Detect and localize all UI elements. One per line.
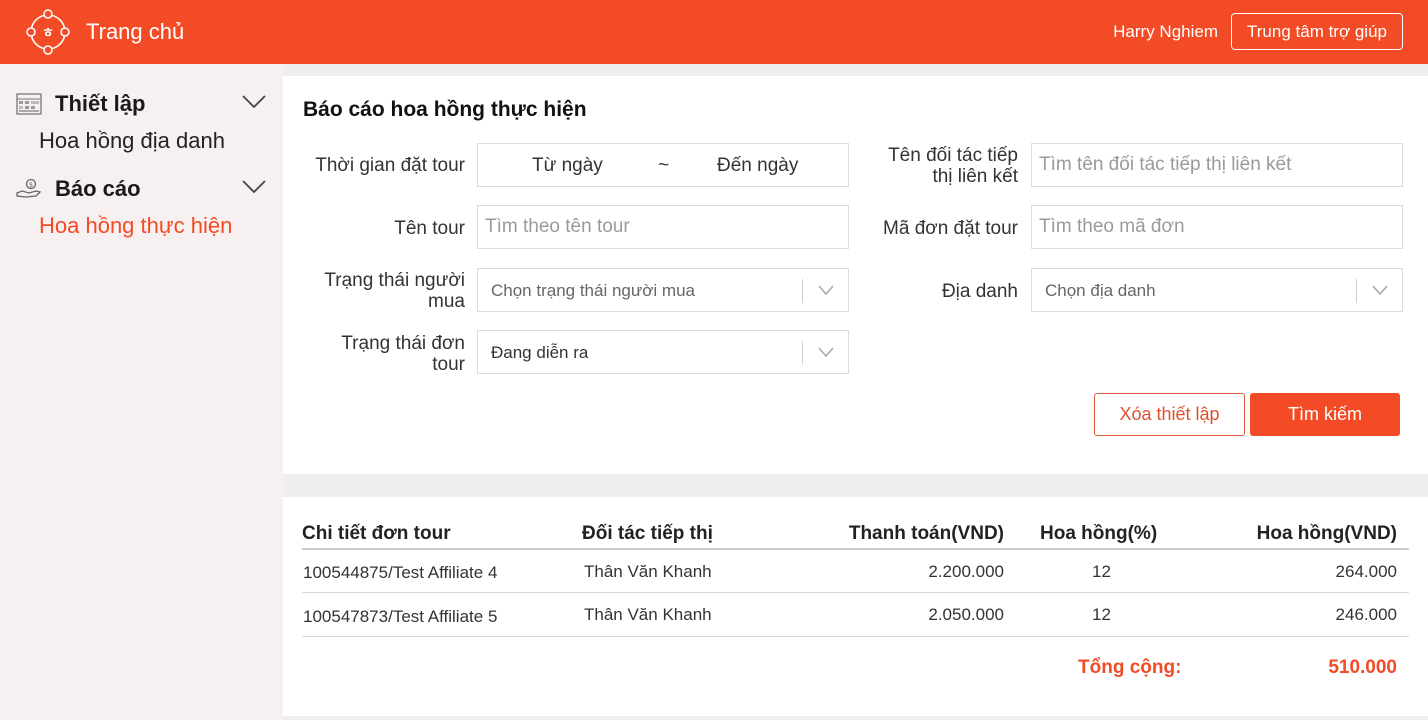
sidebar-group-reports[interactable]: $ Báo cáo	[16, 174, 266, 204]
order-status-value: Đang diễn ra	[491, 343, 589, 362]
booking-date-range[interactable]: Từ ngày ~ Đến ngày	[477, 143, 849, 187]
order-code-label: Mã đơn đặt tour	[883, 218, 1018, 239]
sidebar-item-destination-commission[interactable]: Hoa hồng địa danh	[39, 128, 225, 154]
reset-filters-button[interactable]: Xóa thiết lập	[1094, 393, 1245, 436]
sidebar-group-settings[interactable]: Thiết lập	[16, 89, 266, 119]
logo-text: ㅎ	[42, 26, 54, 41]
date-to[interactable]: Đến ngày	[717, 155, 798, 177]
tour-name-input[interactable]	[478, 206, 848, 248]
buyer-status-placeholder: Chọn trạng thái người mua	[491, 281, 695, 300]
home-link[interactable]: Trang chủ	[86, 19, 184, 45]
buyer-status-label-line2: mua	[428, 291, 465, 312]
buyer-status-select[interactable]: Chọn trạng thái người mua	[477, 268, 849, 312]
filter-panel: Báo cáo hoa hồng thực hiện Thời gian đặt…	[283, 76, 1428, 474]
total-value: 510.000	[1328, 657, 1397, 678]
column-header-commission-vnd: Hoa hồng(VND)	[1256, 523, 1397, 544]
select-divider	[802, 279, 803, 303]
order-code-input[interactable]	[1032, 206, 1402, 248]
destination-placeholder: Chọn địa danh	[1045, 281, 1156, 300]
partner-label: Tên đối tác tiếp thị liên kết	[843, 145, 1018, 187]
buyer-status-label: Trạng thái người mua	[283, 270, 465, 312]
order-status-select[interactable]: Đang diễn ra	[477, 330, 849, 374]
select-divider	[1356, 279, 1357, 303]
destination-label: Địa danh	[941, 281, 1018, 302]
partner-label-line1: Tên đối tác tiếp	[888, 145, 1018, 166]
column-header-order-detail: Chi tiết đơn tour	[302, 523, 451, 544]
column-header-commission-percent: Hoa hồng(%)	[1040, 523, 1158, 544]
svg-text:$: $	[29, 181, 33, 189]
top-header: ㅎ Trang chủ Harry Nghiem Trung tâm trợ g…	[0, 0, 1428, 64]
user-name[interactable]: Harry Nghiem	[1113, 22, 1218, 42]
search-button[interactable]: Tìm kiếm	[1250, 393, 1400, 436]
page-title: Báo cáo hoa hồng thực hiện	[303, 98, 587, 121]
cell-commission-percent: 12	[1092, 562, 1111, 581]
total-label: Tổng cộng:	[1078, 657, 1182, 678]
cell-commission-vnd: 264.000	[1335, 562, 1397, 581]
buyer-status-label-line1: Trạng thái người	[324, 270, 465, 291]
row-divider	[302, 592, 1409, 593]
partner-search-input[interactable]	[1032, 144, 1402, 186]
chevron-down-icon	[818, 285, 834, 296]
cell-payment: 2.050.000	[928, 605, 1004, 624]
date-range-separator: ~	[658, 155, 670, 176]
chevron-down-icon	[818, 347, 834, 358]
sidebar: Thiết lập Hoa hồng địa danh $ Báo cáo Ho…	[0, 64, 283, 720]
sidebar-group-title: Báo cáo	[55, 176, 141, 201]
tour-name-label: Tên tour	[394, 218, 465, 239]
partner-label-line2: thị liên kết	[932, 166, 1018, 187]
cell-payment: 2.200.000	[928, 562, 1004, 581]
order-status-label: Trạng thái đơn tour	[283, 333, 465, 375]
order-code-box	[1031, 205, 1403, 249]
column-header-payment: Thanh toán(VND)	[848, 523, 1004, 544]
cell-order-detail[interactable]: 100547873/Test Affiliate 5	[303, 607, 497, 627]
cell-partner: Thân Văn Khanh	[584, 562, 712, 581]
chevron-down-icon	[242, 180, 266, 194]
cell-commission-percent: 12	[1092, 605, 1111, 624]
help-center-button[interactable]: Trung tâm trợ giúp	[1231, 13, 1403, 50]
booking-time-label: Thời gian đặt tour	[315, 155, 465, 176]
header-divider	[302, 548, 1409, 550]
hand-money-icon: $	[16, 178, 42, 198]
sidebar-item-commission-report[interactable]: Hoa hồng thực hiện	[39, 213, 232, 239]
cell-commission-vnd: 246.000	[1335, 605, 1397, 624]
tour-name-box	[477, 205, 849, 249]
settings-grid-icon	[16, 93, 42, 115]
partner-search-box	[1031, 143, 1403, 187]
select-divider	[802, 341, 803, 365]
date-from[interactable]: Từ ngày	[532, 155, 603, 177]
cell-order-detail[interactable]: 100544875/Test Affiliate 4	[303, 563, 497, 583]
sidebar-group-title: Thiết lập	[55, 91, 146, 116]
order-status-label-line1: Trạng thái đơn	[341, 333, 465, 354]
order-status-label-line2: tour	[432, 354, 465, 375]
chevron-down-icon	[242, 95, 266, 109]
results-table: Chi tiết đơn tour Đối tác tiếp thị Thanh…	[283, 497, 1428, 716]
row-divider	[302, 636, 1409, 637]
column-header-partner: Đối tác tiếp thị	[582, 523, 713, 544]
logo-icon[interactable]: ㅎ	[22, 6, 74, 58]
cell-partner: Thân Văn Khanh	[584, 605, 712, 624]
destination-select[interactable]: Chọn địa danh	[1031, 268, 1403, 312]
chevron-down-icon	[1372, 285, 1388, 296]
